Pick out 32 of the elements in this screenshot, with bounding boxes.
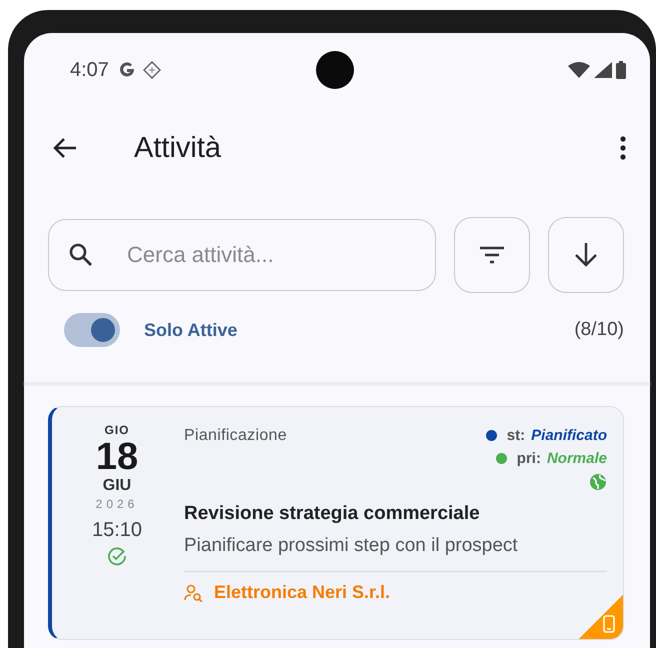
result-count: (8/10) [574,319,624,341]
signal-icon [594,62,612,78]
tag-value: Normale [546,450,607,467]
activity-description: Pianificare prossimi step con il prospect [184,535,519,557]
activity-title: Revisione strategia commerciale [184,503,481,525]
activity-category: Pianificazione [184,427,287,446]
toggle-label: Solo Attive [144,320,238,340]
status-time: 4:07 [70,58,109,82]
filter-icon [479,245,505,265]
battery-icon [616,61,626,79]
activity-card[interactable]: GIO 18 GIU 2026 15:10 Pianificazione st: Pianificato pri: Normale Revisione strategia commerciale Pianificare prossimi step con il prospect Elettronica Neri S.r.l. [48,406,624,640]
camera-hole [316,51,354,89]
filter-button[interactable] [454,217,530,293]
tag-label: pri: [516,450,541,467]
tag-label: st: [506,427,526,444]
year: 2026 [96,497,138,511]
globe-icon [589,473,607,491]
more-menu-icon[interactable] [620,136,626,160]
weekday: GIO [104,423,130,437]
day-number: 18 [96,437,138,477]
toggle-switch[interactable] [64,313,120,347]
back-arrow-icon[interactable] [52,136,78,160]
search-icon [68,242,94,268]
search-field[interactable]: Cerca attività... [48,219,436,291]
page-title: Attività [134,132,222,164]
wifi-icon [568,62,590,78]
activity-time: 15:10 [92,519,142,542]
diamond-icon [142,61,161,79]
tag-value: Pianificato [531,427,607,444]
person-search-icon [184,584,204,602]
month: GIU [102,477,132,495]
arrow-down-icon [574,242,598,268]
